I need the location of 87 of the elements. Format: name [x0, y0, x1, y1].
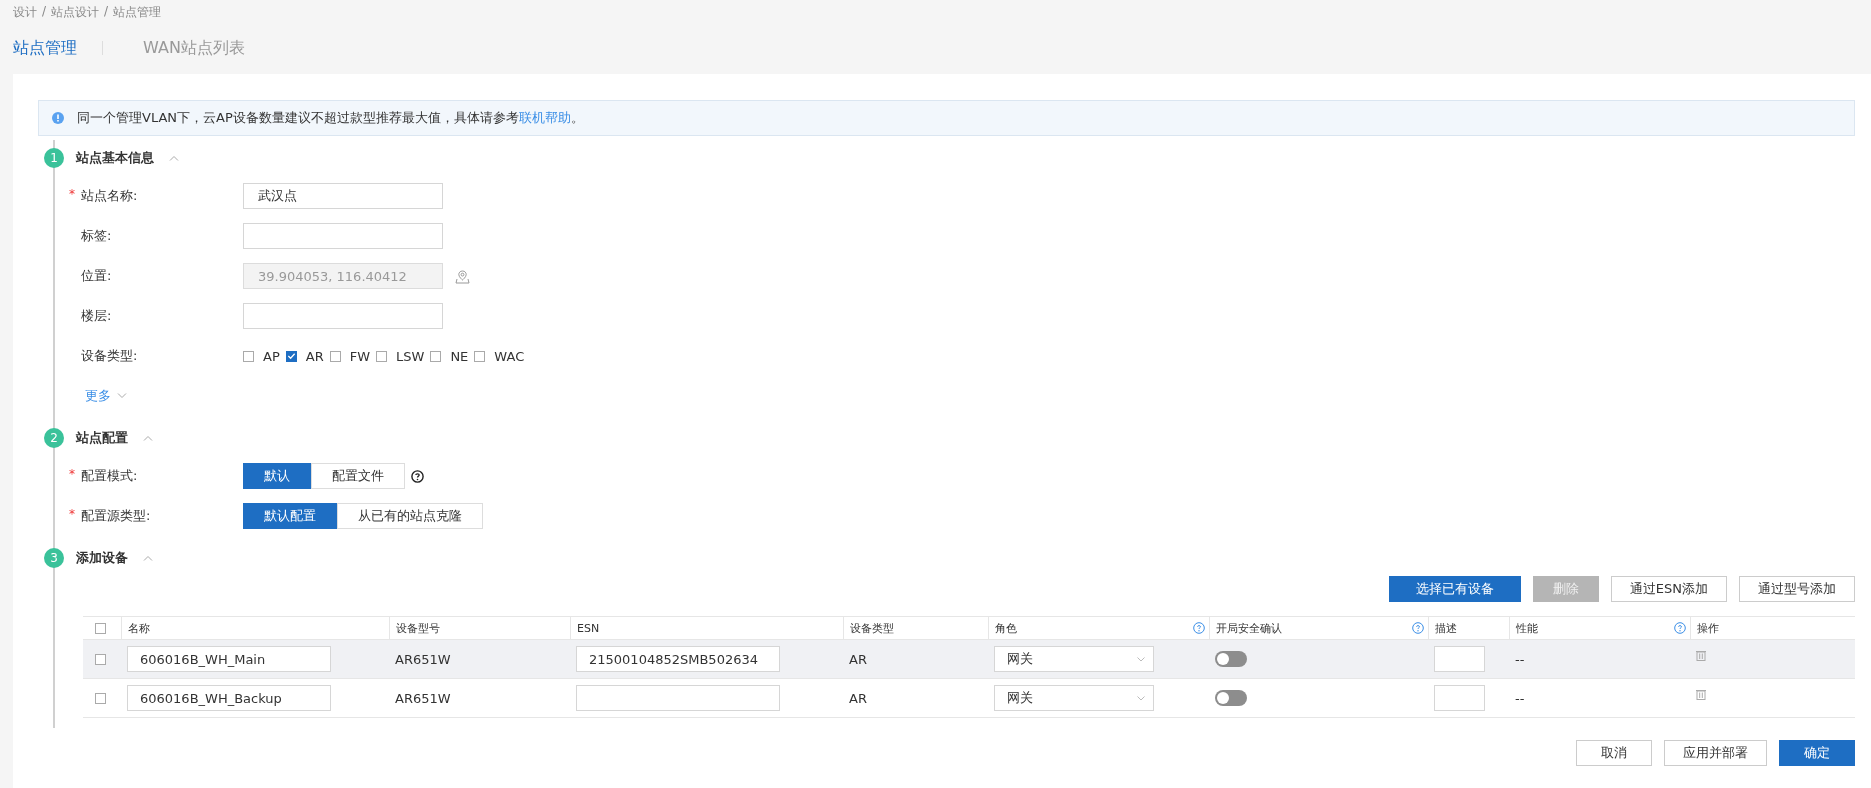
text-field[interactable] — [243, 303, 443, 329]
info-icon — [52, 112, 64, 124]
footer-button[interactable]: 确定 — [1779, 740, 1855, 766]
table-cell: AR651W — [395, 690, 451, 706]
table-row[interactable]: 606016B_WH_Main AR651W 21500104852SMB502634 AR 网关 -- — [83, 640, 1855, 679]
chevron-up-icon[interactable] — [169, 155, 179, 161]
select-all-checkbox[interactable] — [95, 622, 106, 634]
field-label: 配置模式: — [81, 467, 138, 485]
checkbox[interactable] — [376, 350, 387, 362]
column-header: 设备型号 — [396, 620, 440, 636]
action-button[interactable]: 通过ESN添加 — [1610, 576, 1727, 602]
breadcrumb-item[interactable]: 站点管理 — [113, 4, 162, 24]
required-mark: * — [69, 187, 76, 203]
field-label: 位置: — [81, 267, 112, 285]
chevron-up-icon[interactable] — [143, 435, 153, 441]
segment-option[interactable]: 配置文件 — [311, 463, 405, 489]
checkbox[interactable] — [329, 350, 341, 362]
row-checkbox[interactable] — [95, 692, 106, 704]
step-number: 1 — [44, 148, 64, 168]
checkbox-label: AP — [263, 348, 280, 364]
help-icon[interactable] — [411, 469, 424, 483]
name-field[interactable]: 606016B_WH_Backup — [127, 685, 331, 711]
table-cell: AR — [849, 690, 867, 706]
required-mark: * — [69, 467, 76, 483]
column-header: 描述 — [1435, 620, 1457, 636]
required-mark: * — [69, 507, 76, 523]
action-button[interactable]: 通过型号添加 — [1739, 576, 1855, 602]
chevron-down-icon[interactable] — [1137, 656, 1145, 662]
checkbox[interactable] — [430, 350, 442, 362]
delete-icon[interactable] — [1696, 650, 1706, 661]
action-button[interactable]: 选择已有设备 — [1388, 576, 1521, 602]
checkbox[interactable] — [474, 350, 486, 362]
footer-button[interactable]: 应用并部署 — [1664, 740, 1767, 766]
checkbox-label: FW — [349, 348, 370, 364]
footer-button[interactable]: 取消 — [1576, 740, 1652, 766]
description-field[interactable] — [1434, 685, 1485, 711]
column-header: 操作 — [1697, 620, 1719, 636]
step-number: 3 — [44, 548, 64, 568]
toggle-switch[interactable] — [1215, 690, 1247, 706]
segment-option[interactable]: 默认配置 — [243, 503, 337, 529]
description-field[interactable] — [1434, 646, 1485, 672]
section-title: 站点基本信息 — [76, 149, 154, 167]
checkbox-label: AR — [305, 348, 324, 364]
column-header: 性能 — [1516, 620, 1538, 636]
column-header: ESN — [577, 621, 600, 635]
name-field[interactable]: 606016B_WH_Main — [127, 646, 331, 672]
text-field[interactable] — [243, 223, 443, 249]
field-label: 站点名称: — [81, 187, 138, 205]
segment-option[interactable]: 默认 — [243, 463, 311, 489]
table-cell: AR — [849, 651, 867, 667]
checkbox-label: NE — [450, 348, 469, 364]
checkbox-label: WAC — [494, 348, 525, 364]
table-cell: -- — [1515, 690, 1525, 706]
table-cell: AR651W — [395, 651, 451, 667]
field-label: 标签: — [81, 227, 112, 245]
field-label: 配置源类型: — [81, 507, 151, 525]
section-title: 添加设备 — [76, 549, 128, 567]
table-row[interactable]: 606016B_WH_Backup AR651W AR 网关 -- — [83, 679, 1855, 718]
esn-field[interactable] — [576, 685, 780, 711]
checkbox-label: LSW — [396, 348, 425, 364]
field-label: 设备类型: — [81, 347, 138, 365]
breadcrumb-separator: / — [104, 4, 109, 20]
segment-option[interactable]: 从已有的站点克隆 — [337, 503, 483, 529]
chevron-down-icon[interactable] — [1137, 695, 1145, 701]
checkbox[interactable] — [285, 350, 297, 362]
notice-text: 同一个管理VLAN下，云AP设备数量建议不超过款型推荐最大值，具体请参考联机帮助。 — [77, 109, 584, 127]
column-header: 名称 — [128, 620, 150, 636]
esn-field[interactable]: 21500104852SMB502634 — [576, 646, 780, 672]
chevron-up-icon[interactable] — [143, 555, 153, 561]
checkbox[interactable] — [243, 350, 254, 362]
toggle-switch[interactable] — [1215, 651, 1247, 667]
column-header: 开局安全确认 — [1216, 620, 1282, 636]
section-title: 站点配置 — [76, 429, 128, 447]
step-number: 2 — [44, 428, 64, 448]
text-field[interactable]: 武汉点 — [243, 183, 443, 209]
table-cell: -- — [1515, 651, 1525, 667]
role-select[interactable]: 网关 — [994, 646, 1154, 672]
role-select[interactable]: 网关 — [994, 685, 1154, 711]
column-header: 设备类型 — [850, 620, 894, 636]
chevron-down-icon[interactable] — [117, 393, 127, 399]
field-label: 楼层: — [81, 307, 112, 325]
column-header: 角色 — [995, 620, 1017, 636]
row-checkbox[interactable] — [95, 653, 106, 665]
more-link[interactable]: 更多 — [85, 387, 111, 405]
tab[interactable]: 站点管理 — [13, 37, 77, 59]
breadcrumb-separator: / — [42, 4, 47, 20]
delete-icon[interactable] — [1696, 689, 1706, 700]
